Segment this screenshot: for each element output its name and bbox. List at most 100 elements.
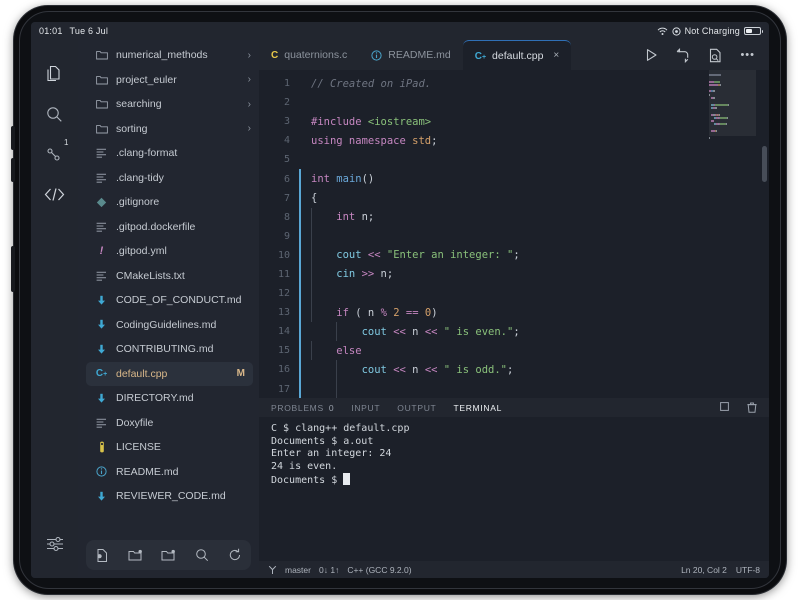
panel-tab[interactable]: TERMINAL xyxy=(453,403,502,413)
sidebar-item-explorer[interactable] xyxy=(38,54,72,94)
code-line[interactable]: 1// Created on iPad. xyxy=(259,74,769,93)
file-row-label: REVIEWER_CODE.md xyxy=(116,490,226,502)
code-line[interactable]: 9 xyxy=(259,227,769,246)
editor-column: Cquaternions.cREADME.mdC+default.cpp× ••… xyxy=(259,40,769,578)
code-line[interactable]: 16 cout << n << " is odd."; xyxy=(259,360,769,379)
editor-tab[interactable]: Cquaternions.c xyxy=(259,40,359,70)
active-block-guide xyxy=(299,322,305,341)
markdown-icon xyxy=(94,491,109,502)
active-block-guide xyxy=(299,246,305,265)
volume-down-button[interactable] xyxy=(11,158,15,182)
file-row[interactable]: CONTRIBUTING.md xyxy=(78,337,259,362)
file-row[interactable]: project_euler› xyxy=(78,68,259,93)
file-row[interactable]: .clang-format xyxy=(78,141,259,166)
modified-badge: M xyxy=(237,368,245,379)
open-folder-icon[interactable] xyxy=(161,548,176,562)
file-row-label: Doxyfile xyxy=(116,417,153,429)
status-sync-label[interactable]: 0↓ 1↑ xyxy=(319,565,339,575)
code-line[interactable]: 10 cout << "Enter an integer: "; xyxy=(259,246,769,265)
status-branch-label[interactable]: master xyxy=(285,565,311,575)
file-row[interactable]: CODE_OF_CONDUCT.md xyxy=(78,288,259,313)
refresh-icon[interactable] xyxy=(228,548,242,562)
code-line[interactable]: 11 cin >> n; xyxy=(259,265,769,284)
new-file-icon[interactable] xyxy=(95,548,109,563)
ellipsis-icon[interactable]: ••• xyxy=(740,49,755,61)
code-editor-area[interactable]: 1// Created on iPad.23#include <iostream… xyxy=(259,70,769,398)
git-branch-icon[interactable] xyxy=(268,565,277,575)
code-line[interactable]: 3#include <iostream> xyxy=(259,112,769,131)
settings-file-icon xyxy=(94,271,109,281)
code-line[interactable]: 2 xyxy=(259,93,769,112)
status-cursor-position[interactable]: Ln 20, Col 2 xyxy=(681,565,727,575)
sidebar-item-source-control[interactable]: 1 xyxy=(38,134,72,174)
file-row[interactable]: .clang-tidy xyxy=(78,166,259,191)
code-line-text: else xyxy=(311,345,362,357)
status-encoding[interactable]: UTF-8 xyxy=(736,565,760,575)
file-row[interactable]: CMakeLists.txt xyxy=(78,264,259,289)
line-number: 11 xyxy=(259,269,299,280)
battery-icon xyxy=(744,27,761,35)
code-line-text: int main() xyxy=(311,173,374,185)
sidebar-item-extensions[interactable] xyxy=(38,174,72,214)
file-row[interactable]: sorting› xyxy=(78,117,259,142)
terminal-output[interactable]: C $ clang++ default.cppDocuments $ a.out… xyxy=(259,417,769,561)
code-line[interactable]: 12 xyxy=(259,284,769,303)
chevron-right-icon[interactable]: › xyxy=(248,123,251,134)
file-row[interactable]: README.md xyxy=(78,460,259,485)
play-icon[interactable] xyxy=(645,48,658,62)
code-line[interactable]: 6int main() xyxy=(259,169,769,188)
code-line[interactable]: 7{ xyxy=(259,189,769,208)
markdown-icon xyxy=(94,295,109,306)
sidebar-item-settings[interactable] xyxy=(38,524,72,564)
file-row[interactable]: Doxyfile xyxy=(78,411,259,436)
panel-tab[interactable]: INPUT xyxy=(351,403,380,413)
chevron-right-icon[interactable]: › xyxy=(248,99,251,110)
status-language-label[interactable]: C++ (GCC 9.2.0) xyxy=(347,565,411,575)
code-brackets-icon xyxy=(44,187,65,202)
search-icon[interactable] xyxy=(195,548,209,562)
code-line-text: // Created on iPad. xyxy=(311,78,431,90)
file-row[interactable]: DIRECTORY.md xyxy=(78,386,259,411)
indent-guide xyxy=(311,227,312,246)
editor-tab[interactable]: README.md xyxy=(359,40,462,70)
find-in-file-icon[interactable] xyxy=(708,48,722,63)
sidebar-item-search[interactable] xyxy=(38,94,72,134)
file-row-label: CODE_OF_CONDUCT.md xyxy=(116,294,241,306)
file-row[interactable]: !.gitpod.yml xyxy=(78,239,259,264)
split-toggle-icon[interactable] xyxy=(676,48,690,63)
file-row[interactable]: searching› xyxy=(78,92,259,117)
file-row[interactable]: CodingGuidelines.md xyxy=(78,313,259,338)
code-line-text: cout << "Enter an integer: "; xyxy=(311,249,520,261)
editor-tab[interactable]: C+default.cpp× xyxy=(463,40,572,70)
power-button[interactable] xyxy=(11,246,15,292)
file-row[interactable]: C+default.cppM xyxy=(86,362,253,387)
file-row-label: .gitpod.yml xyxy=(116,245,167,257)
close-icon[interactable]: × xyxy=(553,50,559,61)
code-line[interactable]: 14 cout << n << " is even."; xyxy=(259,322,769,341)
chevron-right-icon[interactable]: › xyxy=(248,50,251,61)
code-line[interactable]: 15 else xyxy=(259,341,769,360)
code-line[interactable]: 4using namespace std; xyxy=(259,131,769,150)
new-folder-icon[interactable] xyxy=(128,548,143,562)
panel-tab[interactable]: PROBLEMS0 xyxy=(271,403,334,413)
active-block-guide xyxy=(299,208,305,227)
panel-tab[interactable]: OUTPUT xyxy=(397,403,436,413)
search-icon xyxy=(46,106,63,123)
code-line-text: cin >> n; xyxy=(311,268,393,280)
file-row[interactable]: .gitpod.dockerfile xyxy=(78,215,259,240)
square-icon[interactable] xyxy=(720,402,729,413)
volume-up-button[interactable] xyxy=(11,126,15,150)
code-line[interactable]: 17 xyxy=(259,380,769,399)
file-row[interactable]: .gitignore xyxy=(78,190,259,215)
file-row-label: CONTRIBUTING.md xyxy=(116,343,213,355)
file-row-label: CMakeLists.txt xyxy=(116,270,185,282)
trash-icon[interactable] xyxy=(747,402,757,413)
code-line[interactable]: 8 int n; xyxy=(259,208,769,227)
status-bar: master 0↓ 1↑ C++ (GCC 9.2.0) Ln 20, Col … xyxy=(259,561,769,578)
code-line[interactable]: 13 if ( n % 2 == 0) xyxy=(259,303,769,322)
file-row[interactable]: LICENSE xyxy=(78,435,259,460)
file-row[interactable]: numerical_methods› xyxy=(78,43,259,68)
code-line[interactable]: 5 xyxy=(259,150,769,169)
file-row[interactable]: REVIEWER_CODE.md xyxy=(78,484,259,509)
chevron-right-icon[interactable]: › xyxy=(248,74,251,85)
